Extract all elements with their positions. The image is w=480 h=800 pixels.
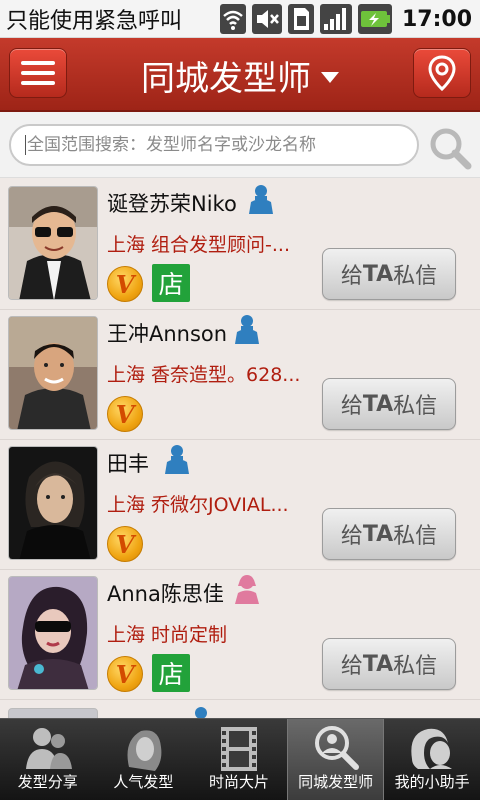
status-icons: 17:00 bbox=[219, 0, 472, 38]
message-button-bold: TA bbox=[362, 651, 394, 677]
search-input[interactable]: 全国范围搜索：发型师名字或沙龙名称 bbox=[9, 124, 419, 166]
stylist-list[interactable]: 诞登苏荣Niko 上海 组合发型顾问-... V 店 给 TA 私信 王冲Annso bbox=[0, 180, 480, 720]
page-title: 同城发型师 bbox=[141, 58, 311, 99]
female-icon bbox=[235, 575, 259, 604]
message-button-bold: TA bbox=[362, 261, 394, 287]
sim-icon bbox=[287, 4, 314, 34]
send-message-button[interactable]: 给 TA 私信 bbox=[322, 378, 456, 430]
stylist-search-icon bbox=[314, 726, 359, 770]
stylist-name: Anna陈思佳 bbox=[107, 582, 224, 606]
salon-location: 上海 香奈造型。628... bbox=[107, 364, 301, 386]
verified-badge-icon: V bbox=[107, 656, 143, 692]
message-button-suffix: 私信 bbox=[393, 264, 438, 289]
message-button-suffix: 私信 bbox=[393, 524, 438, 549]
nav-item-fashion-shoots[interactable]: 时尚大片 bbox=[191, 719, 287, 800]
send-message-button[interactable]: 给 TA 私信 bbox=[322, 508, 456, 560]
status-bar: 只能使用紧急呼叫 17:00 bbox=[0, 0, 480, 38]
male-icon bbox=[165, 445, 189, 474]
list-item[interactable]: Anna陈思佳 上海 时尚定制 V 店 给 TA 私信 bbox=[0, 570, 480, 700]
signal-icon bbox=[319, 4, 352, 34]
send-message-button[interactable]: 给 TA 私信 bbox=[322, 638, 456, 690]
verified-badge-icon: V bbox=[107, 266, 143, 302]
battery-charging-icon bbox=[357, 4, 392, 34]
location-pin-icon bbox=[428, 55, 456, 91]
send-message-button[interactable]: 给 TA 私信 bbox=[322, 248, 456, 300]
male-icon bbox=[249, 185, 273, 214]
search-bar: 全国范围搜索：发型师名字或沙龙名称 bbox=[0, 112, 480, 178]
verified-badge-icon: V bbox=[107, 396, 143, 432]
nav-label: 人气发型 bbox=[113, 773, 174, 791]
avatar[interactable] bbox=[8, 576, 98, 690]
message-button-bold: TA bbox=[362, 521, 394, 547]
avatar[interactable] bbox=[8, 186, 98, 300]
bottom-nav: 发型分享 人气发型 时尚大片 同城发型师 我的小助手 bbox=[0, 718, 480, 800]
wifi-icon bbox=[219, 4, 246, 34]
nav-label: 我的小助手 bbox=[394, 773, 470, 791]
salon-location: 上海 乔微尔JOVIAL... bbox=[107, 494, 289, 516]
nav-label: 发型分享 bbox=[17, 773, 78, 791]
avatar[interactable] bbox=[8, 316, 98, 430]
app-header: 同城发型师 bbox=[0, 38, 480, 112]
stylist-name: 诞登苏荣Niko bbox=[107, 192, 237, 216]
mute-icon bbox=[251, 4, 282, 34]
stylist-name: 田丰 bbox=[107, 452, 149, 476]
message-button-prefix: 给 bbox=[340, 264, 363, 289]
hair-portrait-icon bbox=[127, 730, 162, 771]
verified-badge-icon: V bbox=[107, 526, 143, 562]
people-icon bbox=[25, 728, 72, 769]
list-item[interactable]: 王冲Annson 上海 香奈造型。628... V 给 TA 私信 bbox=[0, 310, 480, 440]
stylist-name: 王冲Annson bbox=[107, 322, 228, 346]
dropdown-caret-icon bbox=[321, 71, 339, 83]
nav-item-local-stylists[interactable]: 同城发型师 bbox=[286, 719, 385, 800]
male-icon bbox=[235, 315, 259, 344]
list-item[interactable]: 诞登苏荣Niko 上海 组合发型顾问-... V 店 给 TA 私信 bbox=[0, 180, 480, 310]
list-item[interactable] bbox=[0, 700, 480, 720]
message-button-suffix: 私信 bbox=[393, 654, 438, 679]
message-button-prefix: 给 bbox=[340, 394, 363, 419]
city-selector[interactable]: 同城发型师 bbox=[120, 38, 360, 112]
message-button-prefix: 给 bbox=[340, 654, 363, 679]
nav-item-my-assistant[interactable]: 我的小助手 bbox=[384, 719, 480, 800]
clock-time: 17:00 bbox=[401, 6, 472, 32]
location-button[interactable] bbox=[413, 48, 471, 98]
search-icon[interactable] bbox=[428, 126, 472, 170]
shop-badge-icon: 店 bbox=[152, 264, 190, 302]
menu-button[interactable] bbox=[9, 48, 67, 98]
message-button-prefix: 给 bbox=[340, 524, 363, 549]
message-button-suffix: 私信 bbox=[393, 394, 438, 419]
carrier-status-text: 只能使用紧急呼叫 bbox=[6, 8, 183, 34]
salon-location: 上海 时尚定制 bbox=[107, 624, 228, 646]
hamburger-menu-icon bbox=[21, 61, 55, 85]
nav-item-popular-styles[interactable]: 人气发型 bbox=[96, 719, 192, 800]
avatar[interactable] bbox=[8, 446, 98, 560]
shop-badge-icon: 店 bbox=[152, 654, 190, 692]
message-button-bold: TA bbox=[362, 391, 394, 417]
list-item[interactable]: 田丰 上海 乔微尔JOVIAL... V 给 TA 私信 bbox=[0, 440, 480, 570]
assistant-icon bbox=[411, 728, 453, 769]
nav-item-hairstyle-share[interactable]: 发型分享 bbox=[0, 719, 96, 800]
nav-label: 时尚大片 bbox=[208, 773, 269, 791]
nav-label: 同城发型师 bbox=[298, 773, 374, 791]
salon-location: 上海 组合发型顾问-... bbox=[107, 234, 291, 256]
film-icon bbox=[220, 727, 257, 771]
